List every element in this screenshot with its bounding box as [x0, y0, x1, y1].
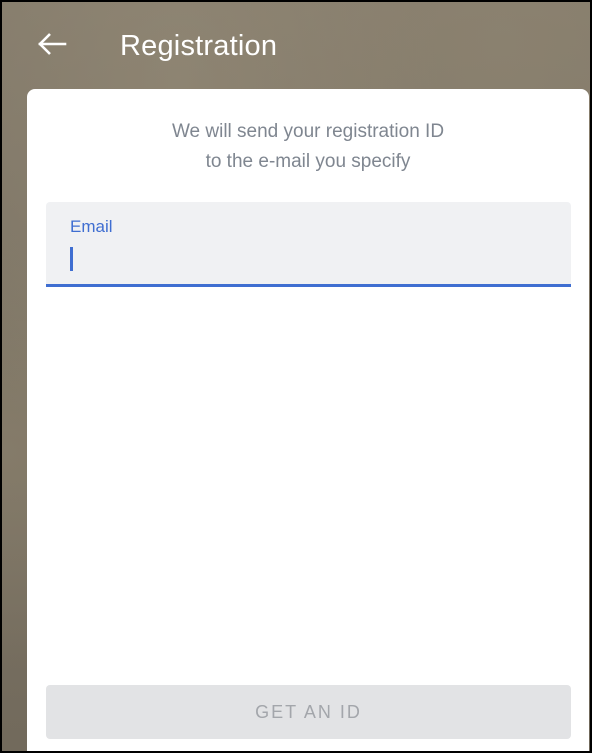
- instructions-line-2: to the e-mail you specify: [205, 151, 411, 172]
- app-bar: Registration: [2, 2, 590, 88]
- arrow-left-icon: [38, 33, 67, 55]
- instructions-text: We will send your registration ID to the…: [27, 117, 589, 177]
- email-input[interactable]: [68, 242, 548, 272]
- back-button[interactable]: [32, 24, 72, 64]
- registration-card: We will send your registration ID to the…: [27, 89, 589, 751]
- get-id-button[interactable]: GET AN ID: [46, 685, 571, 739]
- page-title: Registration: [120, 30, 278, 62]
- instructions-line-1: We will send your registration ID: [171, 121, 445, 142]
- app-screen: Registration We will send your registrat…: [0, 0, 592, 753]
- email-field-label: Email: [70, 217, 113, 236]
- text-cursor: [70, 247, 73, 271]
- email-field[interactable]: Email: [46, 202, 571, 287]
